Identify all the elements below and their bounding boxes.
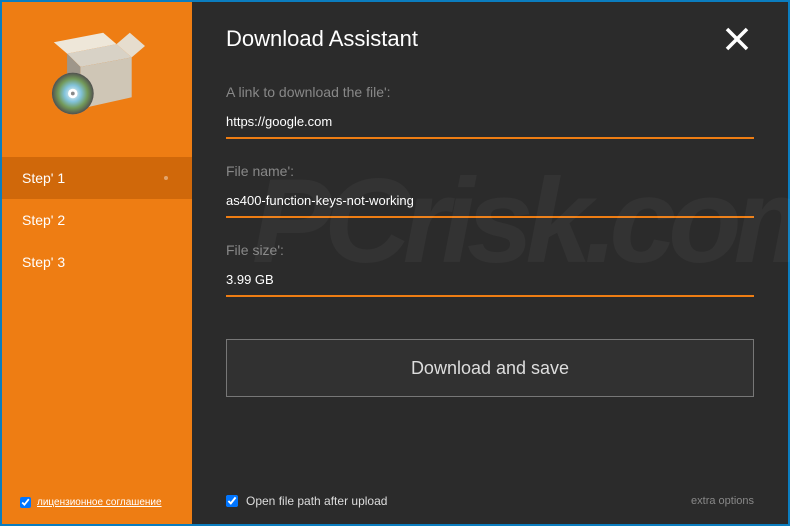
step-2[interactable]: Step' 2 <box>2 199 192 241</box>
open-path-label: Open file path after upload <box>246 494 387 508</box>
page-title: Download Assistant <box>226 26 418 52</box>
link-label: A link to download the file': <box>226 84 754 100</box>
license-agreement: лицензионное соглашение <box>20 497 162 508</box>
filesize-field-group: File size': <box>226 242 754 297</box>
bottom-bar: Open file path after upload extra option… <box>226 494 754 508</box>
step-3[interactable]: Step' 3 <box>2 241 192 283</box>
filesize-input[interactable] <box>226 268 754 297</box>
step-label: Step' 3 <box>22 254 65 270</box>
close-button[interactable] <box>720 22 754 56</box>
filename-input[interactable] <box>226 189 754 218</box>
sidebar: Step' 1 Step' 2 Step' 3 лицензионное сог… <box>2 2 192 524</box>
filename-label: File name': <box>226 163 754 179</box>
step-dot-icon <box>164 176 168 180</box>
download-save-button[interactable]: Download and save <box>226 339 754 397</box>
open-path-option: Open file path after upload <box>226 494 387 508</box>
filesize-label: File size': <box>226 242 754 258</box>
link-input[interactable] <box>226 110 754 139</box>
close-icon <box>724 26 750 52</box>
link-field-group: A link to download the file': <box>226 84 754 139</box>
extra-options-link[interactable]: extra options <box>691 495 754 507</box>
header: Download Assistant <box>226 22 754 56</box>
license-checkbox[interactable] <box>20 497 31 508</box>
license-link[interactable]: лицензионное соглашение <box>37 497 162 508</box>
step-label: Step' 2 <box>22 212 65 228</box>
installer-icon <box>2 2 192 147</box>
filename-field-group: File name': <box>226 163 754 218</box>
open-path-checkbox[interactable] <box>226 495 238 507</box>
app-window: Step' 1 Step' 2 Step' 3 лицензионное сог… <box>0 0 790 526</box>
steps-list: Step' 1 Step' 2 Step' 3 <box>2 157 192 283</box>
box-disk-icon <box>50 27 145 122</box>
step-label: Step' 1 <box>22 170 65 186</box>
main-panel: PCrisk.com Download Assistant A link to … <box>192 2 788 524</box>
step-1[interactable]: Step' 1 <box>2 157 192 199</box>
download-button-label: Download and save <box>411 358 569 379</box>
